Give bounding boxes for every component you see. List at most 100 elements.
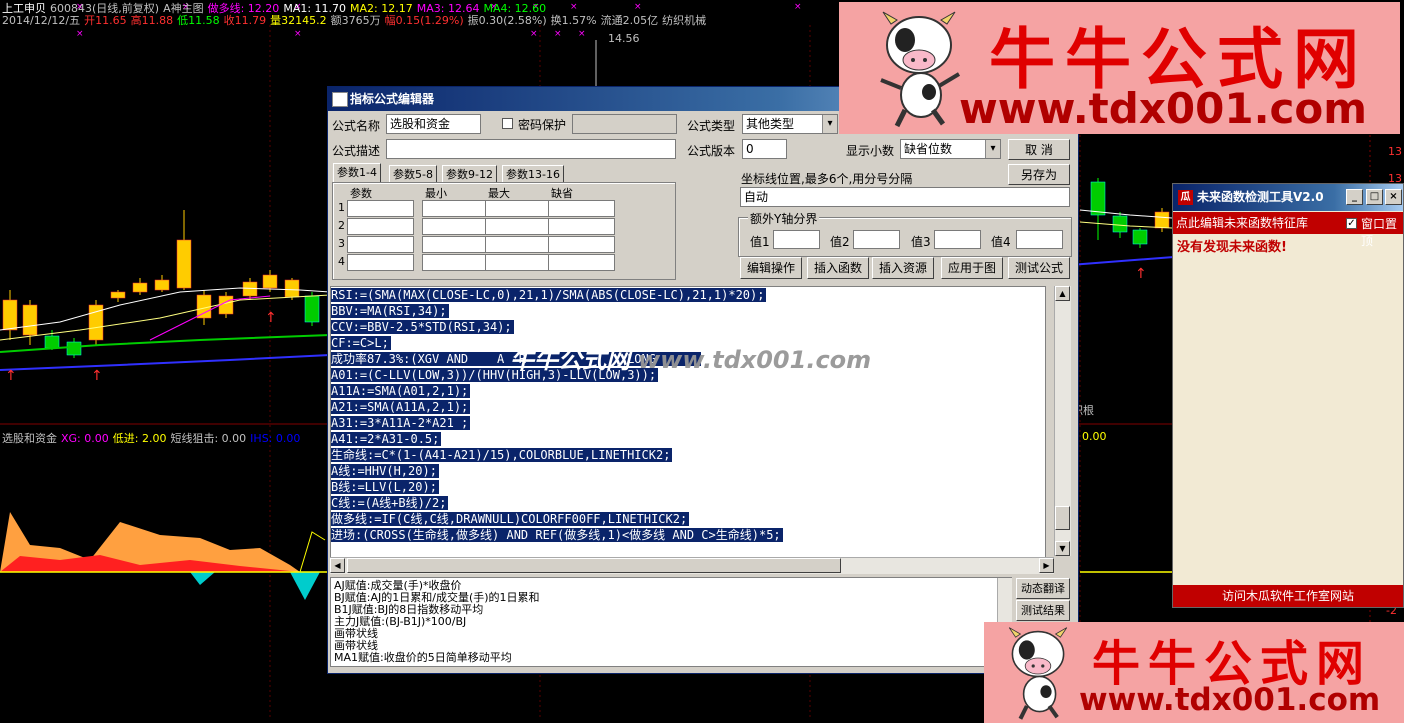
param-cell-input[interactable] [548,218,615,235]
param-cell-input[interactable] [548,254,615,271]
formula-desc-input[interactable] [386,139,676,159]
hscroll-thumb[interactable] [347,558,841,573]
scroll-right-icon[interactable]: ▶ [1039,558,1054,573]
info-item: 振0.30(2.58%) [467,14,547,27]
scroll-thumb[interactable] [1055,506,1070,530]
param-cell-input[interactable] [347,200,414,217]
formula-name-input[interactable]: 选股和资金 [386,114,481,134]
candle-body [154,279,170,291]
insert-resource-button[interactable]: 插入资源 [872,257,934,279]
param-cell-input[interactable] [485,200,552,217]
code-line[interactable]: A线:=HHV(H,20); [331,463,1045,479]
dialog-title: 指标公式编辑器 [350,92,435,106]
code-line-text: A31:=3*A11A-2*A21 ; [331,416,471,430]
scroll-up-icon[interactable]: ▲ [1055,286,1070,301]
code-line[interactable]: 生命线:=C*(1-(A41-A21)/15),COLORBLUE,LINETH… [331,447,1045,463]
code-line-text: B线:=LLV(L,20); [331,480,439,494]
melon-icon: 瓜 [1178,190,1193,205]
info-item: 流通2.05亿 [600,14,659,27]
yaxis-value-label: 值4 [991,235,1011,249]
save-as-button[interactable]: 另存为 [1008,164,1070,185]
tool-titlebar[interactable]: 瓜 未来函数检测工具V2.0 _ □ × [1173,184,1403,211]
param-cell-input[interactable] [422,218,489,235]
formula-type-select[interactable]: 其他类型 [742,114,838,134]
code-line[interactable]: B线:=LLV(L,20); [331,479,1045,495]
candle-body [284,279,300,298]
param-cell-input[interactable] [548,200,615,217]
code-vscroll[interactable]: ▲ ▼ [1054,286,1071,556]
buy-arrow-icon: ↑ [265,310,277,326]
visit-site-link[interactable]: 访问木瓜软件工作室网站 [1173,585,1403,607]
code-line[interactable]: RSI:=(SMA(MAX(CLOSE-LC,0),21,1)/SMA(ABS(… [331,287,1045,303]
buy-arrow-icon: ↑ [91,368,103,384]
code-hscroll[interactable]: ◀ ▶ [330,557,1054,574]
tab-params-1-4[interactable]: 参数1-4 [333,163,381,184]
param-row-number: 3 [338,237,345,250]
formula-code-editor[interactable]: RSI:=(SMA(MAX(CLOSE-LC,0),21,1)/SMA(ABS(… [330,286,1046,558]
param-cell-input[interactable] [485,236,552,253]
param-cell-input[interactable] [548,236,615,253]
yaxis-value-input[interactable] [1016,230,1063,249]
param-cell-input[interactable] [485,254,552,271]
code-line[interactable]: BBV:=MA(RSI,34); [331,303,1045,319]
code-line-text: C线:=(A线+B线)/2; [331,496,449,510]
param-header: 最大 [488,187,510,200]
decimal-select[interactable]: 缺省位数 [900,139,1001,159]
yaxis-value-input[interactable] [773,230,820,249]
edit-feature-link[interactable]: 点此编辑未来函数特征库 [1176,216,1308,230]
formula-name-label: 公式名称 [332,119,381,133]
info-item: 低进: 2.00 [112,432,167,445]
code-line[interactable]: A11A:=SMA(A01,2,1); [331,383,1045,399]
password-input[interactable] [572,114,677,134]
formula-version-input[interactable]: 0 [742,139,787,159]
code-line[interactable]: C线:=(A线+B线)/2; [331,495,1045,511]
yaxis-value-input[interactable] [853,230,900,249]
code-line[interactable]: A21:=SMA(A11A,2,1); [331,399,1045,415]
code-line[interactable]: A31:=3*A11A-2*A21 ; [331,415,1045,431]
indicator-area [290,572,320,600]
minimize-icon[interactable]: _ [1346,189,1363,205]
test-formula-button[interactable]: 测试公式 [1008,257,1070,279]
candle-body [242,281,258,297]
apply-to-chart-button[interactable]: 应用于图 [941,257,1003,279]
code-line-text: 进场:(CROSS(生命线,做多线) AND REF(做多线,1)<做多线 AN… [331,528,783,542]
indicator-area [190,572,215,585]
candle-body [110,291,126,299]
param-cell-input[interactable] [347,236,414,253]
edit-operation-button[interactable]: 编辑操作 [740,257,802,279]
code-line[interactable]: 做多线:=IF(C线,C线,DRAWNULL)COLORFF00FF,LINET… [331,511,1045,527]
close-icon[interactable]: × [1385,189,1402,205]
code-line[interactable]: A41:=2*A31-0.5; [331,431,1045,447]
scroll-down-icon[interactable]: ▼ [1055,541,1070,556]
code-line-text: A41:=2*A31-0.5; [331,432,442,446]
cancel-button[interactable]: 取 消 [1008,139,1070,160]
scroll-left-icon[interactable]: ◀ [330,558,345,573]
dynamic-translate-button[interactable]: 动态翻译 [1016,578,1070,599]
insert-function-button[interactable]: 插入函数 [807,257,869,279]
param-cell-input[interactable] [485,218,552,235]
param-header: 缺省 [551,187,573,200]
param-cell-input[interactable] [347,254,414,271]
yaxis-value-input[interactable] [934,230,981,249]
lifeline-series [0,354,331,371]
test-result-button[interactable]: 测试结果 [1016,600,1070,621]
banner-bottom: 牛牛公式网 www.tdx001.com [984,622,1404,723]
param-cell-input[interactable] [422,236,489,253]
signal-mark-icon: × [570,2,578,12]
coord-input[interactable]: 自动 [740,187,1070,207]
code-line[interactable]: 进场:(CROSS(生命线,做多线) AND REF(做多线,1)<做多线 AN… [331,527,1045,543]
param-cell-input[interactable] [347,218,414,235]
topmost-checkbox[interactable]: ✓ [1346,218,1357,229]
param-cell-input[interactable] [422,254,489,271]
candle-body [262,274,278,289]
param-cell-input[interactable] [422,200,489,217]
cow-mascot-icon [1008,627,1068,720]
maximize-icon[interactable]: □ [1366,189,1383,205]
signal-mark-icon: × [554,29,562,39]
note-line: 主力J赋值:(BJ-B1J)*100/BJ [334,615,467,628]
axis-tick: 13 [1388,145,1402,158]
code-line-text: A线:=HHV(H,20); [331,464,439,478]
password-checkbox[interactable] [502,118,513,129]
code-line[interactable]: CCV:=BBV-2.5*STD(RSI,34); [331,319,1045,335]
indicator-series [299,531,326,573]
